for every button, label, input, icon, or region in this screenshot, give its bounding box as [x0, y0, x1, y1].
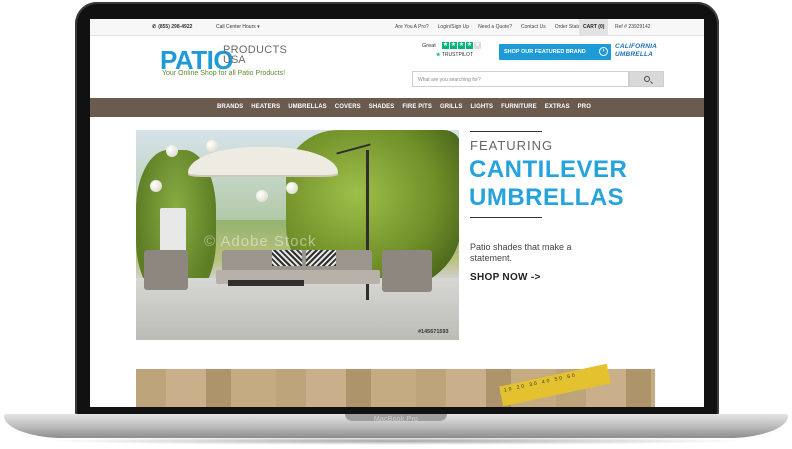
contact-link[interactable]: Contact Us [521, 24, 546, 30]
nav-furniture[interactable]: FURNITURE [501, 104, 537, 110]
headline-line-2: UMBRELLAS [469, 184, 625, 211]
hero-subtext: Patio shades that make a statement. [470, 242, 572, 263]
star-icon: ★ [474, 42, 481, 49]
star-icon: ★ [466, 42, 473, 49]
divider [470, 131, 542, 132]
star-icon: ★ [442, 42, 449, 49]
arrow-right-icon: › [599, 47, 608, 56]
call-center-hours-dropdown[interactable]: Call Center Hours ▾ [216, 24, 260, 30]
nav-extras[interactable]: EXTRAS [545, 104, 570, 110]
hero-image[interactable]: © Adobe Stock #145671593 [136, 130, 459, 340]
featured-brand-label: SHOP OUR FEATURED BRAND [504, 49, 586, 55]
laptop-mockup: ✆ (855) 298-4922 Call Center Hours ▾ Are … [0, 0, 792, 449]
hero-eyebrow: FEATURING [470, 138, 554, 153]
trust-stars: ★ ★ ★ ★ ★ [442, 42, 481, 49]
device-label: MacBook Pro [373, 416, 419, 423]
nav-brands[interactable]: BRANDS [217, 104, 243, 110]
divider [470, 217, 542, 218]
login-link[interactable]: Login/Sign Up [438, 24, 469, 30]
california-umbrella-logo[interactable]: CALIFORNIA UMBRELLA [615, 43, 657, 59]
reference-number: Ref # 23929142 [615, 24, 651, 30]
featured-brand-button[interactable]: SHOP OUR FEATURED BRAND › [499, 44, 611, 60]
tagline: Your Online Shop for all Patio Products! [162, 70, 286, 77]
stock-watermark: © Adobe Stock [204, 233, 317, 250]
search-input[interactable]: What are you searching for? [412, 71, 629, 87]
phone-number: (855) 298-4922 [158, 24, 193, 30]
search-button[interactable] [629, 71, 664, 87]
logo-usa: USA [223, 54, 246, 66]
nav-covers[interactable]: COVERS [335, 104, 361, 110]
brand-line-1: CALIFORNIA [615, 43, 658, 50]
phone-icon: ✆ [152, 24, 157, 30]
search-icon [644, 76, 650, 82]
utility-bar: ✆ (855) 298-4922 Call Center Hours ▾ Are … [90, 19, 704, 36]
trust-rating-label: Great [422, 43, 436, 49]
pro-link[interactable]: Are You A Pro? [395, 24, 429, 30]
nav-fire-pits[interactable]: FIRE PITS [402, 104, 432, 110]
nav-grills[interactable]: GRILLS [440, 104, 463, 110]
main-nav: BRANDS HEATERS UMBRELLAS COVERS SHADES F… [90, 98, 704, 117]
brand-line-2: UMBRELLA [615, 51, 654, 58]
phone-link[interactable]: ✆ (855) 298-4922 [152, 24, 192, 30]
cart-button[interactable]: CART (0) [579, 19, 609, 36]
shop-now-link[interactable]: SHOP NOW -> [470, 272, 541, 283]
utility-links: Are You A Pro? Login/Sign Up Need a Quot… [395, 24, 583, 30]
nav-shades[interactable]: SHADES [369, 104, 395, 110]
star-icon: ★ [450, 42, 457, 49]
star-icon: ★ [458, 42, 465, 49]
trustpilot-star-icon: ★ [436, 52, 441, 58]
hero-headline[interactable]: CANTILEVER UMBRELLAS [469, 156, 627, 212]
browser-screen: ✆ (855) 298-4922 Call Center Hours ▾ Are … [90, 19, 704, 407]
nav-heaters[interactable]: HEATERS [251, 104, 280, 110]
nav-umbrellas[interactable]: UMBRELLAS [288, 104, 327, 110]
trustpilot-logo: ★ TRUSTPILOT [436, 52, 473, 58]
headline-line-1: CANTILEVER [469, 156, 628, 183]
nav-lights[interactable]: LIGHTS [471, 104, 494, 110]
quote-link[interactable]: Need a Quote? [478, 24, 512, 30]
nav-pro[interactable]: PRO [578, 104, 591, 110]
stock-image-id: #145671593 [418, 329, 449, 335]
